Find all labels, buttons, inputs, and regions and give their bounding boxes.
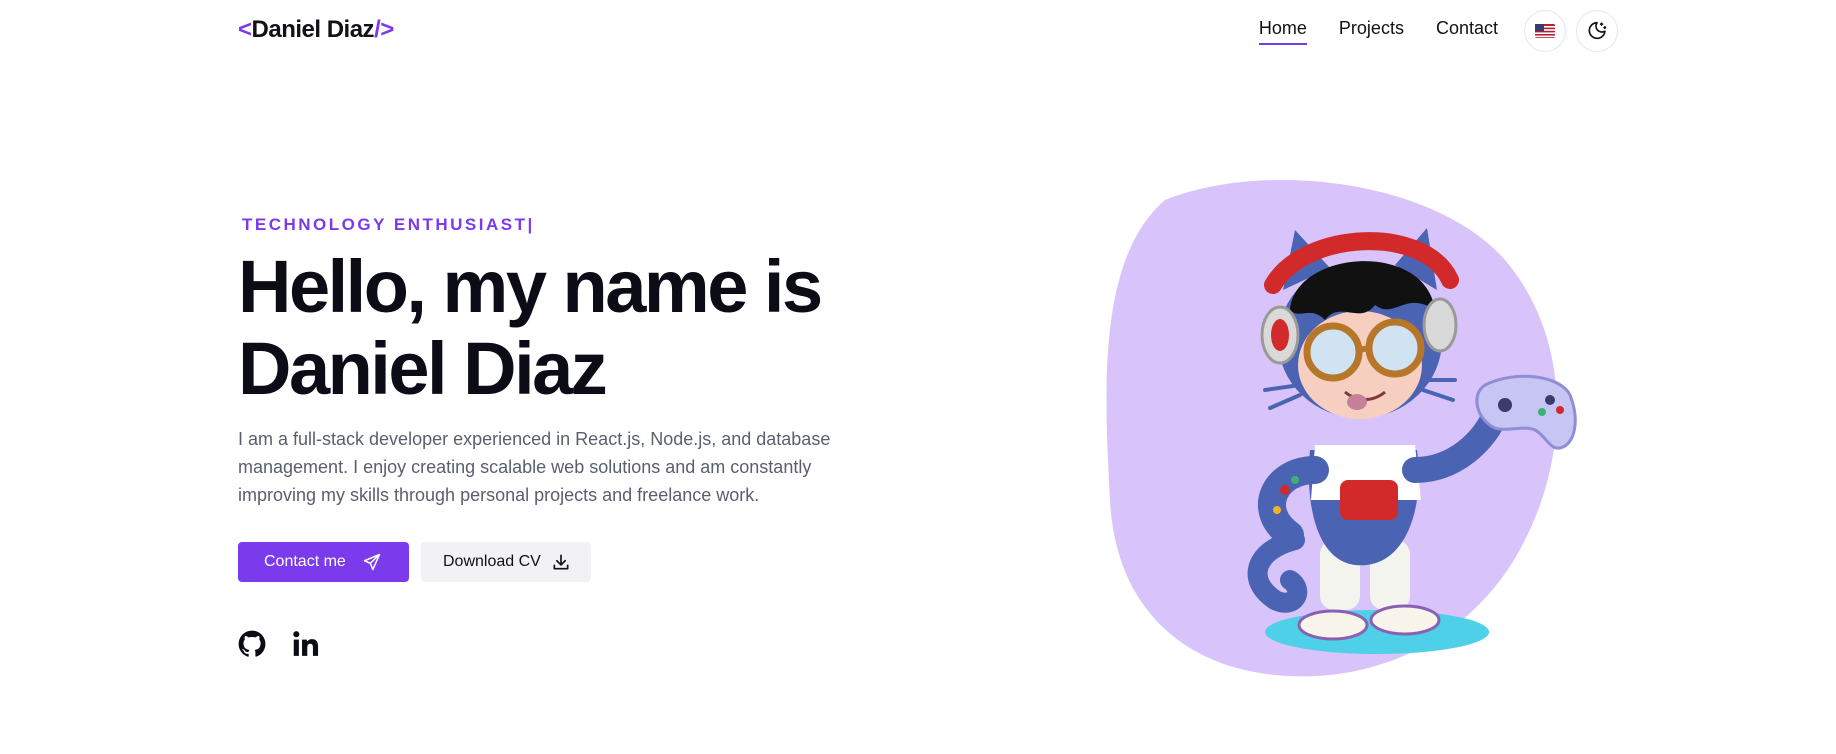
headline-line-2: Daniel Diaz (238, 327, 608, 410)
hero-eyebrow: TECHNOLOGY ENTHUSIAST| (242, 215, 535, 234)
logo-name: Daniel Diaz (251, 16, 375, 43)
us-flag-icon (1535, 24, 1555, 38)
github-icon (238, 630, 266, 657)
linkedin-icon (293, 631, 319, 656)
github-link[interactable] (238, 630, 266, 658)
hero-headline: Hello, my name is Daniel Diaz (238, 246, 938, 410)
language-toggle-button[interactable] (1524, 10, 1566, 52)
logo-open-bracket: < (238, 16, 252, 43)
logo-close-bracket: /> (374, 16, 394, 43)
download-cv-label: Download CV (443, 553, 541, 570)
download-cv-button[interactable]: Download CV (421, 542, 591, 582)
octocat-gamer-avatar (1106, 180, 1577, 677)
contact-me-button[interactable]: Contact me (238, 542, 409, 582)
moon-stars-icon (1588, 21, 1607, 40)
send-icon (362, 552, 382, 572)
main-nav: Home Projects Contact (1227, 8, 1618, 54)
site-logo[interactable]: < Daniel Diaz /> (238, 16, 394, 44)
hero-bio: I am a full-stack developer experienced … (238, 429, 831, 505)
headline-line-1: Hello, my name is (238, 245, 823, 328)
nav-contact[interactable]: Contact (1436, 18, 1498, 45)
portfolio-page: < Daniel Diaz /> Home Projects Contact T… (0, 0, 1836, 754)
nav-projects[interactable]: Projects (1339, 18, 1404, 45)
linkedin-link[interactable] (292, 630, 320, 658)
hero-illustration (1105, 180, 1585, 680)
contact-me-label: Contact me (264, 553, 346, 570)
social-links (238, 630, 320, 658)
hero-actions: Contact me Download CV (238, 542, 591, 582)
nav-home[interactable]: Home (1258, 18, 1307, 45)
download-icon (551, 552, 571, 572)
theme-toggle-button[interactable] (1576, 10, 1618, 52)
